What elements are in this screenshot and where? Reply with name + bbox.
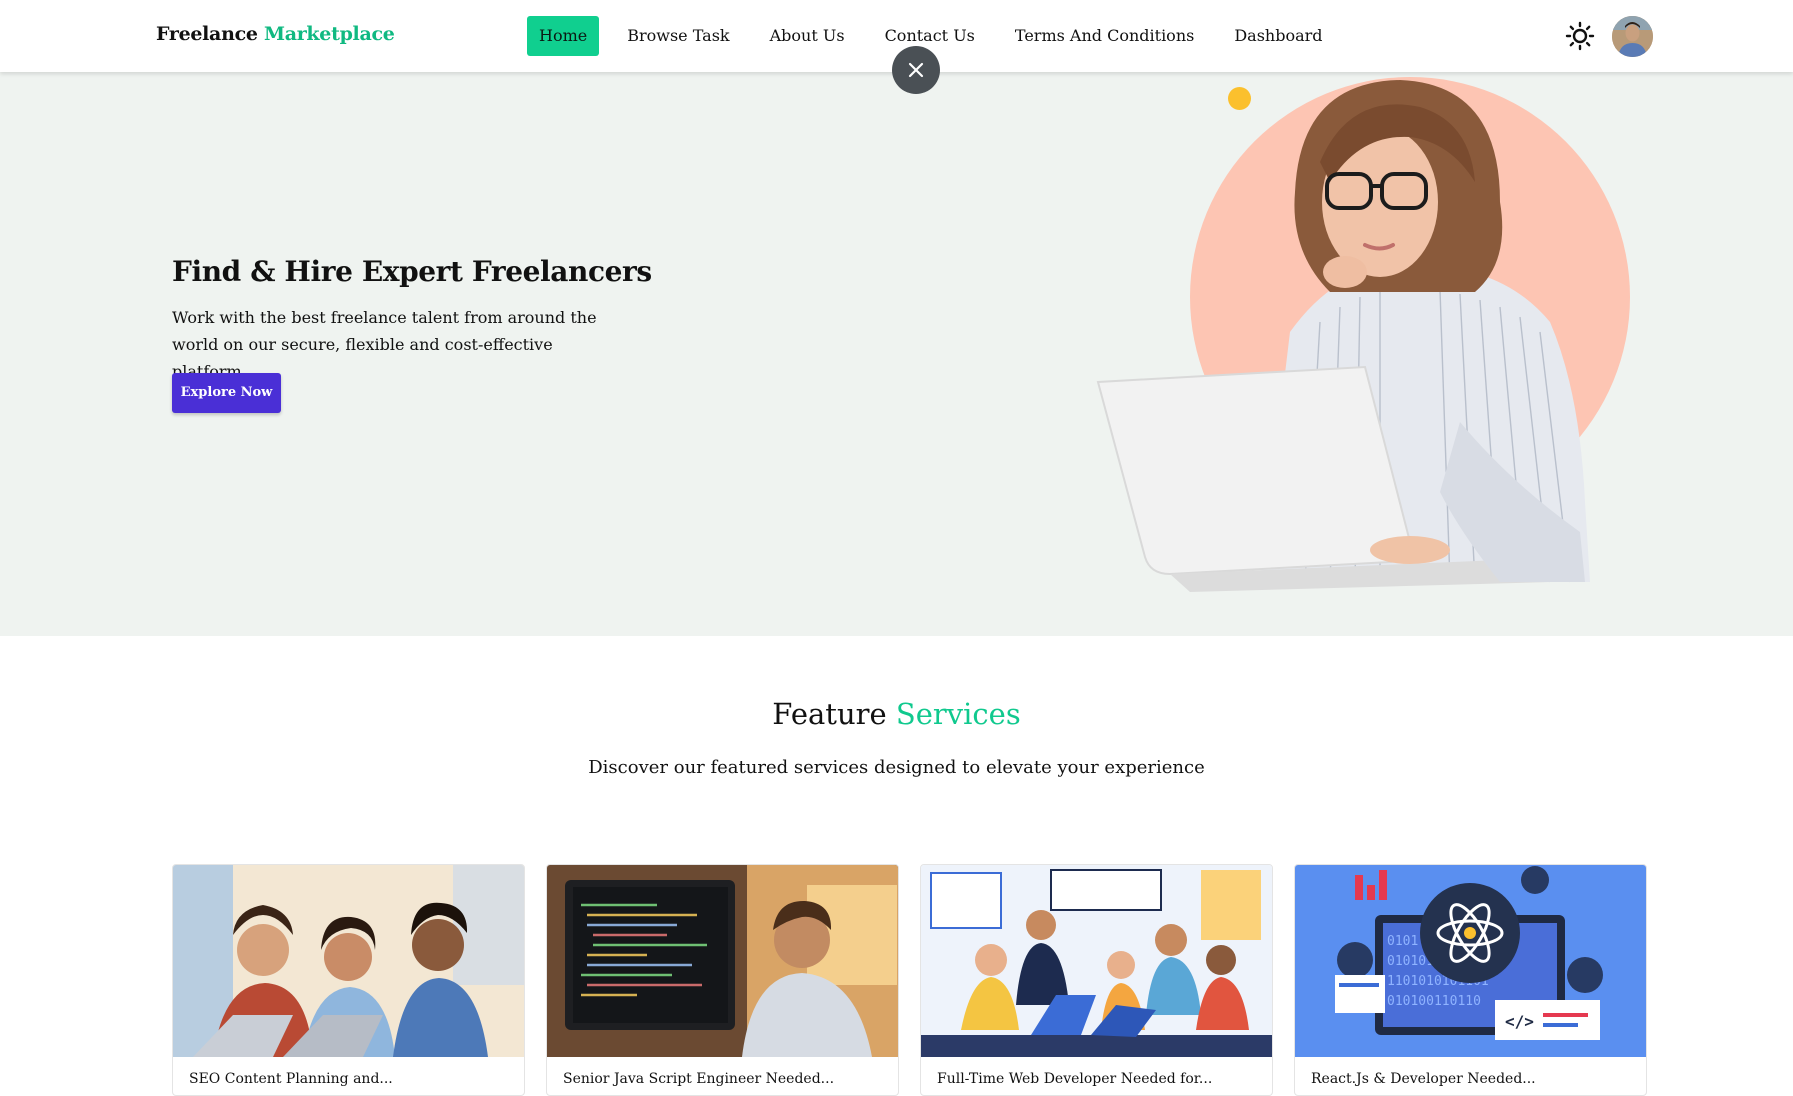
hero-title: Find & Hire Expert Freelancers: [172, 255, 652, 288]
explore-now-button[interactable]: Explore Now: [172, 373, 281, 413]
nav-link-about-us[interactable]: About Us: [758, 16, 857, 56]
nav-link-dashboard[interactable]: Dashboard: [1222, 16, 1334, 56]
nav-links: Home Browse Task About Us Contact Us Ter…: [527, 16, 1351, 56]
nav-link-browse-task[interactable]: Browse Task: [615, 16, 741, 56]
card-title: React.Js & Developer Needed...: [1311, 1071, 1536, 1087]
service-card[interactable]: Senior Java Script Engineer Needed...: [546, 864, 899, 1096]
logo-accent: Marketplace: [263, 23, 395, 45]
service-card[interactable]: 0101 1101 0101010011011 1101010101101 01…: [1294, 864, 1647, 1096]
site-logo[interactable]: Freelance Marketplace: [156, 23, 395, 45]
card-image: 0101 1101 0101010011011 1101010101101 01…: [1295, 865, 1646, 1057]
card-image: [547, 865, 898, 1057]
service-card[interactable]: Full-Time Web Developer Needed for...: [920, 864, 1273, 1096]
service-card[interactable]: SEO Content Planning and...: [172, 864, 525, 1096]
card-title: Senior Java Script Engineer Needed...: [563, 1071, 835, 1087]
feature-subtitle: Discover our featured services designed …: [588, 757, 1205, 778]
card-title: SEO Content Planning and...: [189, 1071, 393, 1087]
card-title: Full-Time Web Developer Needed for...: [937, 1071, 1213, 1087]
svg-text:</>: </>: [1505, 1012, 1534, 1031]
nav-link-terms[interactable]: Terms And Conditions: [1003, 16, 1206, 56]
close-icon: [908, 62, 924, 78]
svg-text:010100110110: 010100110110: [1387, 994, 1481, 1009]
close-button[interactable]: [892, 46, 940, 94]
sun-icon: [1565, 21, 1595, 51]
feature-title: Feature Services: [0, 697, 1793, 731]
user-avatar[interactable]: [1612, 16, 1653, 57]
card-image: [921, 865, 1272, 1057]
hero-section: Find & Hire Expert Freelancers Work with…: [0, 72, 1793, 636]
nav-link-home[interactable]: Home: [527, 16, 600, 56]
avatar-image: [1612, 16, 1653, 57]
feature-title-plain: Feature: [772, 697, 887, 731]
logo-text: Freelance: [156, 23, 258, 45]
card-image: [173, 865, 524, 1057]
hero-illustration: [1096, 77, 1630, 592]
theme-toggle-button[interactable]: [1565, 21, 1595, 51]
feature-title-accent: Services: [895, 697, 1021, 731]
service-cards: SEO Content Planning and... Senior Java …: [172, 864, 1647, 1096]
